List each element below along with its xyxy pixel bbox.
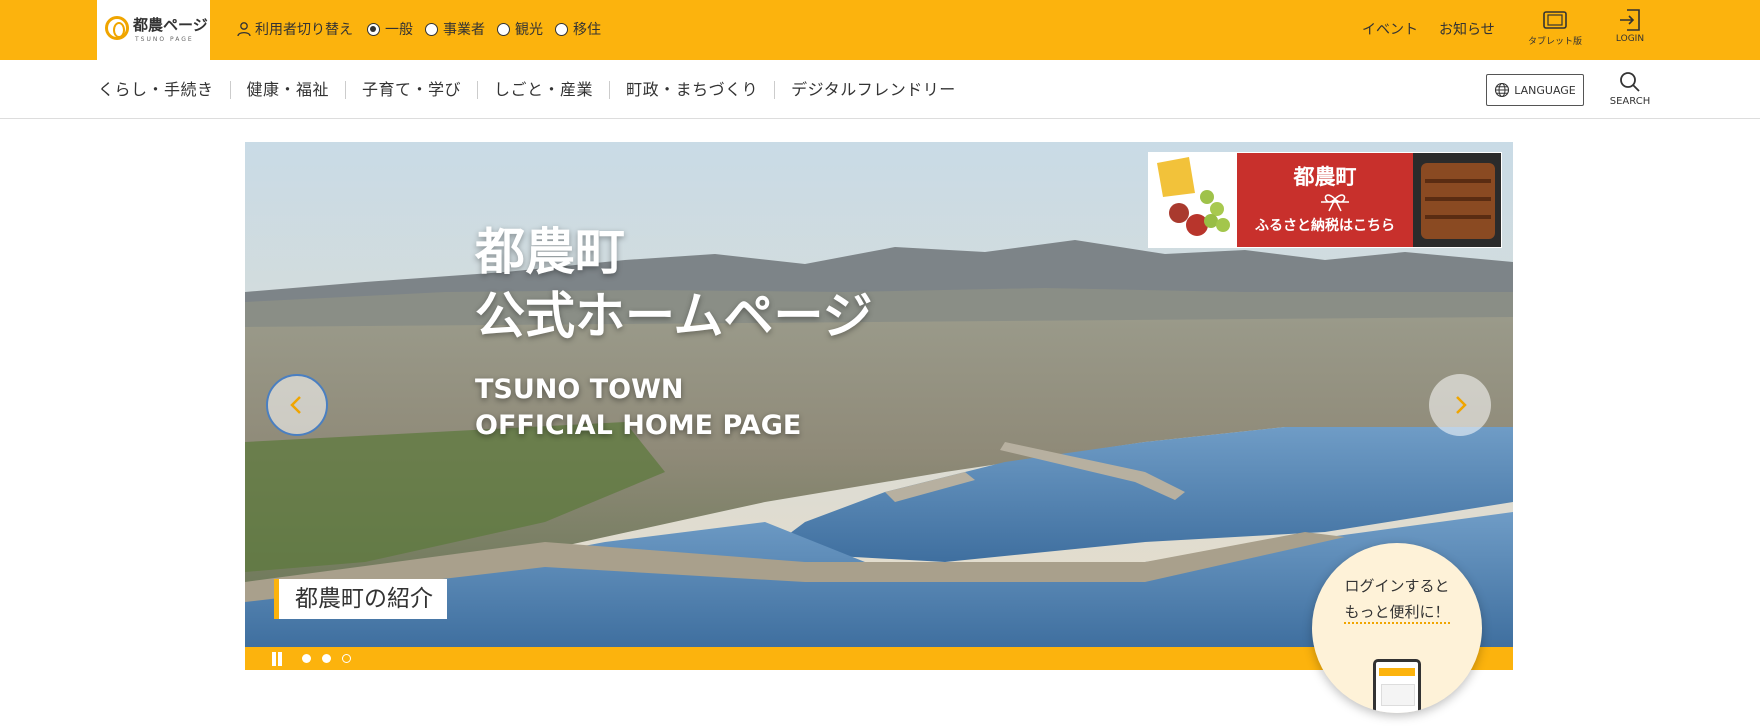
- radio-general-label: 一般: [385, 22, 413, 38]
- radio-tourism[interactable]: 観光: [497, 19, 543, 39]
- main-navigation: くらし・手続き 健康・福祉 子育て・学び しごと・産業 町政・まちづくり デジタ…: [0, 60, 1760, 119]
- hero-title: 都農町 公式ホームページ: [475, 220, 873, 348]
- hero-subtitle-line1: TSUNO TOWN: [475, 374, 684, 405]
- globe-icon: [1495, 82, 1510, 98]
- radio-business-label: 事業者: [443, 22, 485, 38]
- hero-title-line1: 都農町: [475, 223, 625, 281]
- next-slide-button[interactable]: [1429, 374, 1491, 436]
- tablet-version-label: タブレット版: [1527, 37, 1582, 47]
- chevron-right-icon: [1456, 396, 1467, 414]
- hero-subtitle-line2: OFFICIAL HOME PAGE: [475, 410, 802, 441]
- login-promo-line2: もっと便利に！: [1312, 601, 1482, 624]
- vegetables-image: [1149, 153, 1237, 247]
- banner-title: 都農町: [1293, 165, 1357, 189]
- radio-migration-dot[interactable]: [555, 22, 568, 36]
- language-label: LANGUAGE: [1514, 83, 1576, 97]
- ribbon-icon: [1321, 194, 1349, 212]
- banner-text: ふるさと納税はこちら: [1255, 218, 1395, 234]
- top-bar: 都農ページ TSUNO PAGE 利用者切り替え 一般 事業者 観光 移住 イベ…: [0, 0, 1760, 60]
- grilled-eel-image: [1413, 153, 1501, 247]
- login-label: LOGIN: [1615, 34, 1645, 44]
- event-link[interactable]: イベント: [1362, 19, 1418, 39]
- radio-tourism-dot[interactable]: [497, 22, 510, 36]
- logo-title: 都農ページ: [133, 16, 208, 34]
- hero-subtitle: TSUNO TOWN OFFICIAL HOME PAGE: [475, 372, 801, 444]
- login-button[interactable]: LOGIN: [1595, 8, 1665, 52]
- nav-item-town-government[interactable]: 町政・まちづくり: [609, 80, 774, 99]
- search-button[interactable]: SEARCH: [1600, 70, 1660, 112]
- search-label: SEARCH: [1609, 96, 1651, 107]
- news-link[interactable]: お知らせ: [1439, 19, 1495, 39]
- nav-item-digital-friendly[interactable]: デジタルフレンドリー: [774, 80, 972, 99]
- radio-general[interactable]: 一般: [367, 19, 413, 39]
- login-promo-line2-text: もっと便利に！: [1344, 603, 1450, 624]
- radio-general-dot[interactable]: [367, 22, 380, 36]
- login-promo-line1: ログインすると: [1344, 577, 1450, 595]
- slide-dot-1[interactable]: [302, 654, 311, 663]
- logo-subtitle: TSUNO PAGE: [135, 36, 194, 43]
- radio-tourism-label: 観光: [515, 22, 543, 38]
- site-logo[interactable]: 都農ページ TSUNO PAGE: [97, 0, 210, 60]
- slide-dot-3[interactable]: [342, 654, 351, 663]
- user-type-switch: 利用者切り替え 一般 事業者 観光 移住: [236, 18, 613, 40]
- tablet-version-button[interactable]: タブレット版: [1520, 8, 1590, 52]
- smartphone-icon: [1373, 659, 1421, 713]
- nav-item-health[interactable]: 健康・福祉: [229, 80, 346, 99]
- login-promo-badge[interactable]: ログインすると もっと便利に！: [1312, 543, 1482, 713]
- slide-dot-2[interactable]: [322, 654, 331, 663]
- global-menu: くらし・手続き 健康・福祉 子育て・学び しごと・産業 町政・まちづくり デジタ…: [98, 60, 972, 119]
- nav-item-living[interactable]: くらし・手続き: [98, 80, 230, 99]
- language-button[interactable]: LANGUAGE: [1486, 74, 1584, 106]
- radio-migration[interactable]: 移住: [555, 19, 601, 39]
- radio-business[interactable]: 事業者: [425, 19, 485, 39]
- furusato-tax-banner[interactable]: 都農町 ふるさと納税はこちら: [1148, 152, 1502, 248]
- nav-item-childcare[interactable]: 子育て・学び: [345, 80, 477, 99]
- radio-migration-label: 移住: [573, 22, 601, 38]
- previous-slide-button[interactable]: [266, 374, 328, 436]
- user-switch-label: 利用者切り替え: [255, 22, 353, 38]
- tablet-icon: [1543, 11, 1567, 29]
- slide-caption[interactable]: 都農町の紹介: [274, 579, 447, 619]
- login-icon: [1620, 9, 1640, 31]
- person-icon: [237, 22, 251, 37]
- tsuno-logo-icon: [105, 16, 129, 40]
- nav-item-work[interactable]: しごと・産業: [477, 80, 609, 99]
- search-icon: [1620, 72, 1640, 92]
- chevron-left-icon: [290, 396, 301, 414]
- radio-business-dot[interactable]: [425, 22, 438, 36]
- hero-title-line2: 公式ホームページ: [475, 287, 873, 345]
- pause-icon[interactable]: [270, 652, 284, 666]
